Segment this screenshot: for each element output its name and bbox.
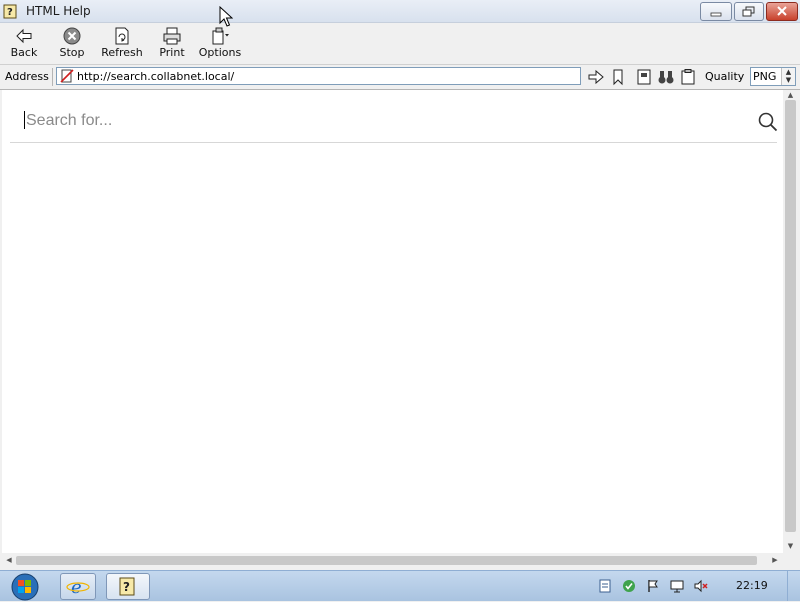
book-icon[interactable] bbox=[635, 68, 653, 86]
address-label: Address bbox=[2, 68, 53, 86]
stop-label: Stop bbox=[59, 46, 85, 59]
vertical-scroll-thumb[interactable] bbox=[785, 100, 796, 532]
internet-explorer-icon: e bbox=[66, 577, 90, 598]
stop-button[interactable]: Stop bbox=[52, 23, 92, 63]
print-label: Print bbox=[159, 46, 185, 59]
svg-text:?: ? bbox=[123, 580, 130, 594]
minimize-icon bbox=[710, 12, 722, 17]
title-bar: ? HTML Help bbox=[0, 0, 800, 23]
spin-up-icon[interactable]: ▲ bbox=[782, 68, 795, 76]
quality-select[interactable]: PNG ▲ ▼ bbox=[750, 67, 796, 86]
go-arrow-icon[interactable] bbox=[587, 68, 605, 86]
refresh-button[interactable]: Refresh bbox=[100, 23, 144, 63]
options-icon bbox=[212, 27, 229, 45]
address-input[interactable]: http://search.collabnet.local/ bbox=[56, 67, 581, 85]
search-input[interactable] bbox=[24, 108, 728, 134]
network-icon[interactable] bbox=[670, 579, 684, 593]
taskbar-internet-explorer[interactable]: e bbox=[60, 573, 96, 600]
mouse-cursor-icon bbox=[219, 6, 233, 27]
action-center-flag-icon[interactable] bbox=[646, 579, 660, 593]
binoculars-icon[interactable] bbox=[657, 68, 675, 86]
spin-down-icon[interactable]: ▼ bbox=[782, 76, 795, 84]
close-icon bbox=[777, 6, 787, 16]
taskbar-html-help[interactable]: ? bbox=[106, 573, 150, 600]
horizontal-scrollbar[interactable]: ◀ ▶ bbox=[2, 553, 783, 568]
print-button[interactable]: Print bbox=[152, 23, 192, 63]
search-bar bbox=[10, 102, 779, 143]
quality-label: Quality bbox=[705, 70, 745, 83]
text-caret bbox=[24, 111, 25, 129]
svg-text:?: ? bbox=[7, 7, 13, 18]
help-app-icon: ? bbox=[119, 577, 135, 596]
quality-spinner[interactable]: ▲ ▼ bbox=[781, 68, 795, 85]
window-title: HTML Help bbox=[26, 4, 91, 18]
toolbar: Back Stop Refresh Print Options bbox=[0, 23, 800, 63]
back-label: Back bbox=[10, 46, 38, 59]
show-desktop-button[interactable] bbox=[787, 571, 800, 601]
refresh-label: Refresh bbox=[101, 46, 143, 59]
back-arrow-icon bbox=[16, 28, 32, 44]
help-app-icon: ? bbox=[3, 4, 17, 19]
scroll-down-icon[interactable]: ▼ bbox=[785, 542, 796, 551]
scroll-right-icon[interactable]: ▶ bbox=[770, 556, 780, 565]
taskbar: e ? 22:19 bbox=[0, 570, 800, 601]
vertical-scrollbar[interactable]: ▲ ▼ bbox=[783, 90, 798, 553]
address-url: http://search.collabnet.local/ bbox=[77, 70, 235, 83]
start-button[interactable] bbox=[6, 572, 44, 602]
restore-button[interactable] bbox=[734, 2, 764, 21]
scroll-left-icon[interactable]: ◀ bbox=[4, 556, 14, 565]
stop-icon bbox=[63, 27, 81, 45]
options-label: Options bbox=[198, 46, 242, 59]
refresh-icon bbox=[115, 27, 129, 45]
quality-value: PNG bbox=[753, 70, 777, 83]
horizontal-scroll-thumb[interactable] bbox=[16, 556, 757, 565]
scroll-up-icon[interactable]: ▲ bbox=[785, 91, 796, 100]
clipboard-icon[interactable] bbox=[679, 68, 697, 86]
volume-muted-icon[interactable] bbox=[694, 579, 708, 593]
document-tray-icon[interactable] bbox=[598, 579, 612, 593]
bookmark-icon[interactable] bbox=[609, 68, 627, 86]
page-blocked-icon bbox=[60, 69, 74, 83]
search-icon[interactable] bbox=[757, 111, 779, 133]
content-pane bbox=[2, 90, 783, 553]
back-button[interactable]: Back bbox=[4, 23, 44, 63]
system-clock[interactable]: 22:19 bbox=[736, 579, 768, 592]
minimize-button[interactable] bbox=[700, 2, 732, 21]
close-button[interactable] bbox=[766, 2, 798, 21]
security-check-icon[interactable] bbox=[622, 579, 636, 593]
address-bar: Address http://search.collabnet.local/ Q… bbox=[0, 64, 800, 90]
restore-icon bbox=[742, 6, 755, 17]
svg-text:e: e bbox=[71, 577, 82, 598]
printer-icon bbox=[163, 27, 181, 45]
options-button[interactable]: Options bbox=[198, 23, 242, 63]
